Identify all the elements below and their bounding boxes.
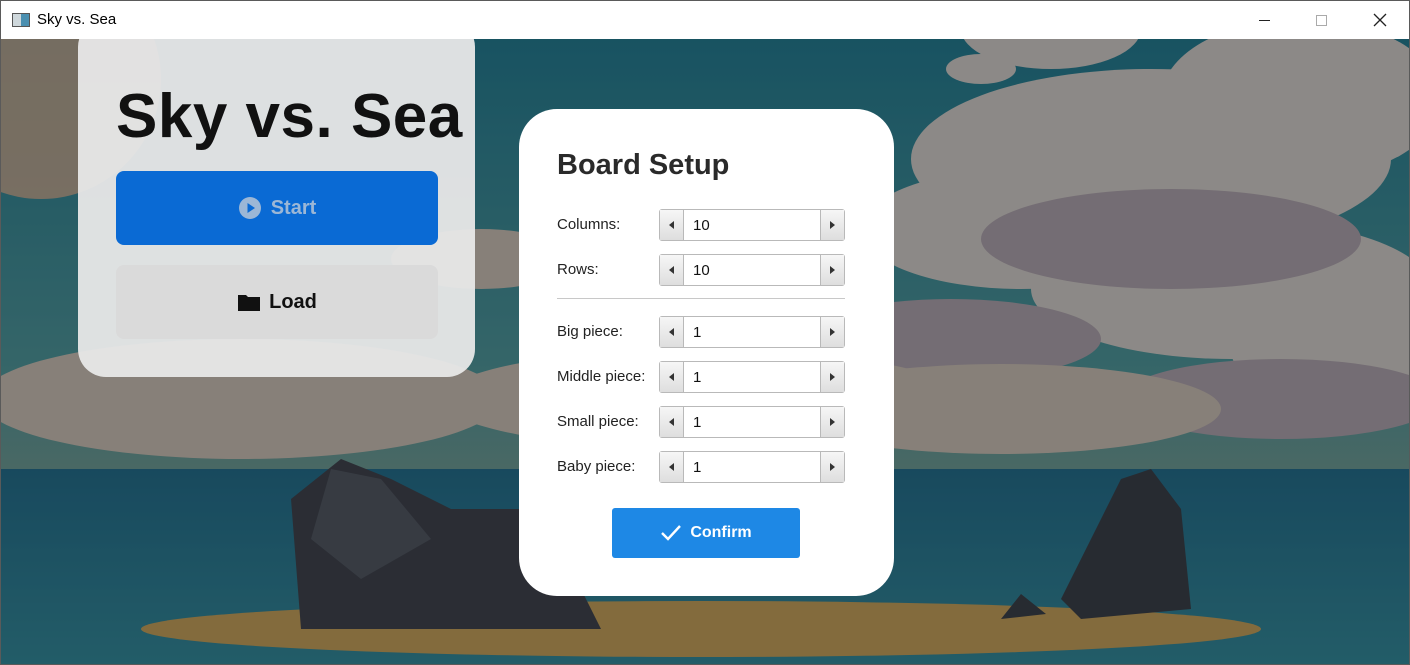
- big-piece-spinner[interactable]: 1: [659, 316, 845, 348]
- minimize-button[interactable]: [1235, 1, 1293, 39]
- confirm-button[interactable]: Confirm: [612, 508, 800, 558]
- arrow-right-icon: [830, 463, 835, 471]
- dialog-title: Board Setup: [557, 149, 730, 181]
- arrow-right-icon: [830, 328, 835, 336]
- arrow-right-icon: [830, 418, 835, 426]
- small-piece-increment-button[interactable]: [820, 407, 844, 437]
- middle-piece-increment-button[interactable]: [820, 362, 844, 392]
- rows-decrement-button[interactable]: [660, 255, 684, 285]
- columns-spinner[interactable]: 10: [659, 209, 845, 241]
- middle-piece-row: Middle piece: 1: [557, 361, 847, 393]
- arrow-right-icon: [830, 373, 835, 381]
- board-setup-dialog: Board Setup Columns: 10 Rows: 10 Big pie…: [519, 109, 894, 596]
- small-piece-decrement-button[interactable]: [660, 407, 684, 437]
- columns-increment-button[interactable]: [820, 210, 844, 240]
- big-piece-decrement-button[interactable]: [660, 317, 684, 347]
- maximize-icon: [1315, 14, 1327, 26]
- arrow-left-icon: [669, 418, 674, 426]
- baby-piece-decrement-button[interactable]: [660, 452, 684, 482]
- close-button[interactable]: [1351, 1, 1409, 39]
- arrow-left-icon: [669, 266, 674, 274]
- title-bar: Sky vs. Sea: [1, 1, 1409, 39]
- small-piece-spinner[interactable]: 1: [659, 406, 845, 438]
- baby-piece-spinner[interactable]: 1: [659, 451, 845, 483]
- folder-icon: [238, 295, 261, 311]
- middle-piece-value[interactable]: 1: [693, 369, 701, 386]
- arrow-right-icon: [830, 221, 835, 229]
- columns-value[interactable]: 10: [693, 217, 710, 234]
- start-button[interactable]: Start: [116, 171, 438, 245]
- rows-label: Rows:: [557, 261, 599, 278]
- play-icon: [238, 197, 261, 219]
- small-piece-row: Small piece: 1: [557, 406, 847, 438]
- maximize-button[interactable]: [1292, 1, 1350, 39]
- arrow-left-icon: [669, 373, 674, 381]
- close-icon: [1373, 13, 1387, 27]
- big-piece-label: Big piece:: [557, 323, 623, 340]
- middle-piece-spinner[interactable]: 1: [659, 361, 845, 393]
- minimize-icon: [1258, 19, 1270, 21]
- big-piece-increment-button[interactable]: [820, 317, 844, 347]
- columns-label: Columns:: [557, 216, 621, 233]
- columns-decrement-button[interactable]: [660, 210, 684, 240]
- big-piece-row: Big piece: 1: [557, 316, 847, 348]
- main-content: Sky vs. Sea Start Load Board Setup Colum…: [1, 39, 1409, 664]
- arrow-right-icon: [830, 266, 835, 274]
- load-button[interactable]: Load: [116, 265, 438, 339]
- columns-row: Columns: 10: [557, 209, 847, 241]
- main-menu-panel: Sky vs. Sea Start Load: [78, 39, 475, 377]
- arrow-left-icon: [669, 463, 674, 471]
- big-piece-value[interactable]: 1: [693, 324, 701, 341]
- checkmark-icon: [661, 525, 682, 541]
- arrow-left-icon: [669, 328, 674, 336]
- middle-piece-decrement-button[interactable]: [660, 362, 684, 392]
- baby-piece-label: Baby piece:: [557, 458, 636, 475]
- middle-piece-label: Middle piece:: [557, 368, 646, 385]
- app-icon: [12, 13, 30, 27]
- load-label: Load: [269, 290, 317, 313]
- baby-piece-value[interactable]: 1: [693, 459, 701, 476]
- menu-title: Sky vs. Sea: [116, 82, 463, 151]
- rows-increment-button[interactable]: [820, 255, 844, 285]
- confirm-label: Confirm: [690, 524, 752, 541]
- baby-piece-row: Baby piece: 1: [557, 451, 847, 483]
- section-divider: [557, 298, 845, 299]
- small-piece-label: Small piece:: [557, 413, 639, 430]
- arrow-left-icon: [669, 221, 674, 229]
- window-title: Sky vs. Sea: [37, 11, 117, 28]
- start-label: Start: [270, 196, 317, 219]
- small-piece-value[interactable]: 1: [693, 414, 701, 431]
- rows-value[interactable]: 10: [693, 262, 710, 279]
- app-window: Sky vs. Sea Sky vs. Sea Start Load Board…: [0, 0, 1410, 665]
- rows-row: Rows: 10: [557, 254, 847, 286]
- baby-piece-increment-button[interactable]: [820, 452, 844, 482]
- rows-spinner[interactable]: 10: [659, 254, 845, 286]
